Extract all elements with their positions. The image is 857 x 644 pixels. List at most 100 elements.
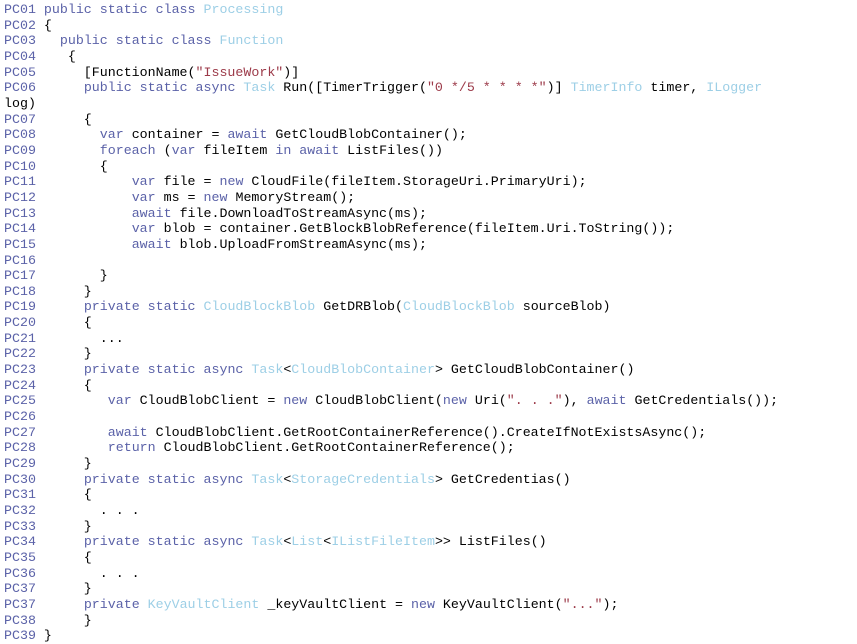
code-token-kw: await xyxy=(586,393,627,409)
line-number: PC05 xyxy=(4,64,44,80)
code-token-str: ". . ." xyxy=(506,393,563,409)
line-number: PC04 xyxy=(4,48,44,64)
code-line: PC09 foreach (var fileItem in await List… xyxy=(4,143,857,159)
line-number: PC13 xyxy=(4,205,44,221)
code-line: PC14 var blob = container.GetBlockBlobRe… xyxy=(4,221,857,237)
code-token-kw: public static class xyxy=(43,2,204,17)
code-token-type: StorageCredentials xyxy=(291,471,435,487)
code-token-plain: { xyxy=(43,48,76,64)
line-number: PC03 xyxy=(4,33,44,49)
code-token-plain: { xyxy=(43,17,52,33)
code-token-kw: public static async xyxy=(83,80,244,96)
code-line: PC28 return CloudBlobClient.GetRootConta… xyxy=(4,440,857,456)
line-number: PC01 xyxy=(4,2,44,17)
line-number: PC11 xyxy=(4,174,44,190)
code-token-plain: CloudBlobClient = xyxy=(131,393,284,409)
code-token-plain: { xyxy=(43,315,92,331)
line-number: PC08 xyxy=(4,127,44,143)
code-token-kw: await xyxy=(131,236,172,252)
code-token-plain: log) xyxy=(4,95,36,111)
code-token-plain: _keyVaultClient = xyxy=(259,596,411,612)
code-token-plain: { xyxy=(43,158,108,174)
code-token-type: ILogger xyxy=(706,80,763,96)
line-number: PC30 xyxy=(4,471,44,487)
code-token-plain: } xyxy=(43,612,92,628)
code-line: PC20 { xyxy=(4,315,857,331)
code-token-kw: var xyxy=(131,189,156,205)
code-token-str: "IssueWork" xyxy=(195,64,284,80)
line-number: PC32 xyxy=(4,503,44,518)
code-token-plain: Uri( xyxy=(466,393,507,409)
code-token-plain: CloudBlobClient( xyxy=(307,393,443,409)
code-token-plain: blob.UploadFromStreamAsync(ms); xyxy=(171,236,427,252)
line-number: PC17 xyxy=(4,268,44,284)
code-line: PC04 { xyxy=(4,49,857,65)
code-token-kw: var xyxy=(131,174,156,190)
code-line: PC12 var ms = new MemoryStream(); xyxy=(4,190,857,206)
code-token-plain: < xyxy=(323,534,332,550)
line-number: PC21 xyxy=(4,330,44,346)
code-token-plain: CloudFile(fileItem.StorageUri.PrimaryUri… xyxy=(243,174,587,190)
line-number: PC34 xyxy=(4,534,44,550)
code-token-plain: > GetCloudBlobContainer() xyxy=(434,362,635,378)
code-token-plain: ); xyxy=(602,596,619,612)
code-token-plain: > GetCredentias() xyxy=(434,471,571,487)
code-token-plain: } xyxy=(43,456,92,472)
code-token-plain: file.DownloadToStreamAsync(ms); xyxy=(171,205,427,221)
line-number: PC28 xyxy=(4,440,44,456)
code-token-plain: } xyxy=(43,628,52,644)
code-token-plain: fileItem xyxy=(195,142,276,158)
code-token-plain: GetDRBlob( xyxy=(315,299,404,315)
code-token-str: "0 */5 * * * *" xyxy=(426,80,547,96)
code-line: PC17 } xyxy=(4,268,857,284)
code-token-kw: new xyxy=(442,393,467,409)
code-line: PC07 { xyxy=(4,112,857,128)
line-number: PC19 xyxy=(4,299,44,315)
code-token-plain: . . . xyxy=(43,503,140,518)
code-token-str: "..." xyxy=(562,596,603,612)
code-token-plain: } xyxy=(43,268,108,284)
code-token-plain: GetCloudBlobContainer(); xyxy=(267,127,467,143)
code-line: PC31 { xyxy=(4,487,857,503)
line-number: PC16 xyxy=(4,252,44,268)
code-token-kw: private static async xyxy=(83,534,252,550)
code-line: PC01 public static class Processing xyxy=(4,2,857,18)
line-number: PC25 xyxy=(4,393,44,409)
line-number: PC14 xyxy=(4,221,44,237)
code-token-type: CloudBlockBlob xyxy=(403,299,515,315)
code-token-plain: } xyxy=(43,581,92,597)
code-line: PC10 { xyxy=(4,159,857,175)
code-token-plain: timer, xyxy=(642,80,707,96)
code-line: PC19 private static CloudBlockBlob GetDR… xyxy=(4,299,857,315)
code-token-type: Task xyxy=(251,471,284,487)
code-token-plain: { xyxy=(43,377,92,393)
line-number: PC22 xyxy=(4,346,44,362)
code-token-kw: await xyxy=(131,205,172,221)
code-token-kw: await xyxy=(227,127,268,143)
code-token-type: Task xyxy=(243,80,276,96)
line-number: PC35 xyxy=(4,549,44,565)
code-token-kw: private xyxy=(83,596,148,612)
line-number: PC06 xyxy=(4,80,44,96)
code-token-kw: private static async xyxy=(83,362,252,378)
line-number: PC29 xyxy=(4,456,44,472)
code-token-plain: container = xyxy=(123,127,228,143)
code-token-kw: return xyxy=(107,440,156,456)
code-token-plain: GetCredentials()); xyxy=(626,393,779,409)
code-token-kw: private static xyxy=(83,299,204,315)
code-line: PC08 var container = await GetCloudBlobC… xyxy=(4,127,857,143)
code-token-type: TimerInfo xyxy=(570,80,643,96)
code-token-type: List xyxy=(291,534,324,550)
code-token-plain: ms = xyxy=(155,189,204,205)
code-token-plain: KeyVaultClient( xyxy=(434,596,563,612)
line-number: PC10 xyxy=(4,158,44,174)
code-token-plain: file = xyxy=(155,174,220,190)
